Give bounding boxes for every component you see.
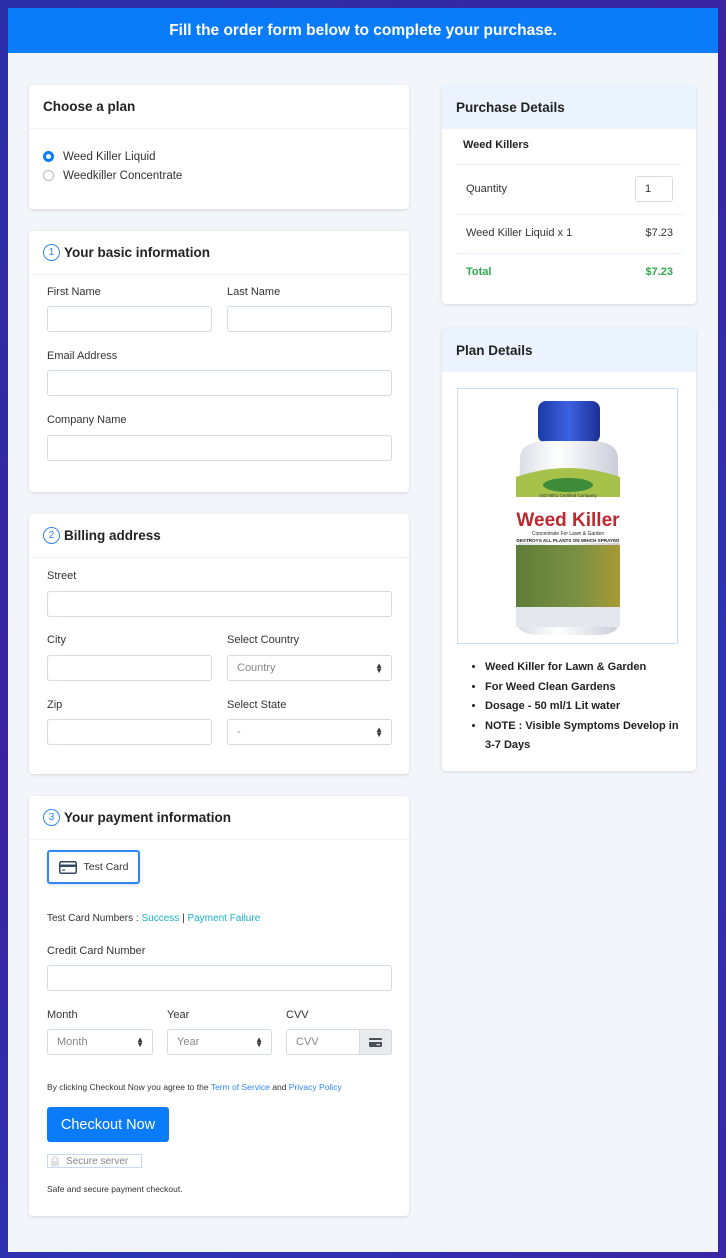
cvv-input[interactable]: CVV [287,1036,359,1048]
company-input[interactable] [47,435,392,461]
email-label: Email Address [47,350,118,362]
year-label: Year [167,1009,190,1021]
feature-item: Weed Killer for Lawn & Garden [485,658,690,678]
product-image: ISO 9001 Certified Company Weed Killer C… [457,388,678,644]
cvv-input-group[interactable]: CVV [286,1029,392,1055]
basic-info-card: 1 Your basic information First Name Last… [29,231,409,492]
lock-icon [51,1156,59,1166]
month-select[interactable]: Month ▲ ▼ [47,1029,153,1055]
select-arrows-icon: ▲ ▼ [375,725,383,739]
purchase-details-title: Purchase Details [442,85,696,129]
year-select[interactable]: Year ▲ ▼ [167,1029,272,1055]
line-item-row: Weed Killer Liquid x 1 $7.23 [466,227,673,239]
cc-label: Credit Card Number [47,945,146,957]
step-3-icon: 3 [43,809,60,826]
feature-item: NOTE : Visible Symptoms Develop in 3-7 D… [485,717,690,756]
divider [456,214,682,215]
top-banner: Fill the order form below to complete yo… [8,8,718,53]
zip-label: Zip [47,699,63,711]
svg-text:Weed Killer: Weed Killer [516,510,620,531]
cvv-card-icon [359,1030,391,1054]
quantity-input[interactable]: 1 [635,176,673,202]
radio-selected-icon[interactable] [43,151,54,162]
basic-info-title: 1 Your basic information [29,231,409,275]
street-input[interactable] [47,591,392,617]
success-link[interactable]: Success [141,913,179,924]
purchase-details-card: Purchase Details Weed Killers Quantity 1… [442,85,696,304]
city-input[interactable] [47,655,212,681]
quantity-row: Quantity 1 [456,176,682,202]
plan-details-title: Plan Details [442,328,696,372]
page-frame: Fill the order form below to complete yo… [8,8,718,1252]
plan-details-card: Plan Details ISO 9001 Certified Company … [442,328,696,771]
select-arrows-icon: ▲ ▼ [375,661,383,675]
safe-note: Safe and secure payment checkout. [47,1184,183,1194]
plan-card-title: Choose a plan [29,85,409,129]
product-group: Weed Killers [463,139,529,151]
terms-link[interactable]: Term of Service [211,1082,270,1092]
select-arrows-icon: ▲ ▼ [136,1035,144,1049]
step-2-icon: 2 [43,527,60,544]
feature-item: Dosage - 50 ml/1 Lit water [485,697,690,717]
payment-failure-link[interactable]: Payment Failure [187,913,260,924]
plan-features-list: Weed Killer for Lawn & Garden For Weed C… [485,658,690,756]
cvv-label: CVV [286,1009,309,1021]
secure-server-badge: Secure server [47,1154,142,1168]
first-name-input[interactable] [47,306,212,332]
test-card-button[interactable]: Test Card [47,850,140,884]
billing-card: 2 Billing address Street City Select Cou… [29,514,409,774]
svg-text:DESTROYS ALL PLANTS ON WHICH S: DESTROYS ALL PLANTS ON WHICH SPRAYED [517,538,621,543]
last-name-label: Last Name [227,286,281,298]
privacy-link[interactable]: Privacy Policy [289,1082,342,1092]
country-select[interactable]: Country ▲ ▼ [227,655,392,681]
test-card-numbers: Test Card Numbers : Success | Payment Fa… [47,913,261,924]
plan-option-liquid[interactable]: Weed Killer Liquid [43,147,182,166]
street-label: Street [47,570,77,582]
agreement-text: By clicking Checkout Now you agree to th… [47,1082,342,1092]
state-label: Select State [227,699,287,711]
divider [456,164,682,165]
email-input[interactable] [47,370,392,396]
plan-card: Choose a plan Weed Killer Liquid Weedkil… [29,85,409,209]
select-arrows-icon: ▲ ▼ [255,1035,263,1049]
radio-unselected-icon[interactable] [43,170,54,181]
month-label: Month [47,1009,78,1021]
city-label: City [47,634,66,646]
weed-killer-bottle-image: ISO 9001 Certified Company Weed Killer C… [516,401,621,635]
total-row: Total $7.23 [466,266,673,278]
last-name-input[interactable] [227,306,392,332]
zip-input[interactable] [47,719,212,745]
billing-title: 2 Billing address [29,514,409,558]
banner-title: Fill the order form below to complete yo… [169,21,557,39]
credit-card-icon [58,860,77,874]
first-name-label: First Name [47,286,101,298]
plan-option-concentrate[interactable]: Weedkiller Concentrate [43,166,182,185]
svg-text:Concentrate For Lawn & Garden: Concentrate For Lawn & Garden [532,531,604,537]
svg-text:ISO 9001 Certified Company: ISO 9001 Certified Company [539,493,597,498]
checkout-button[interactable]: Checkout Now [47,1107,169,1142]
feature-item: For Weed Clean Gardens [485,678,690,698]
divider [456,253,682,254]
payment-title: 3 Your payment information [29,796,409,840]
country-label: Select Country [227,634,300,646]
company-label: Company Name [47,414,127,426]
cc-number-input[interactable] [47,965,392,991]
state-select[interactable]: - ▲ ▼ [227,719,392,745]
step-1-icon: 1 [43,244,60,261]
payment-card: 3 Your payment information Test Card Tes… [29,796,409,1216]
